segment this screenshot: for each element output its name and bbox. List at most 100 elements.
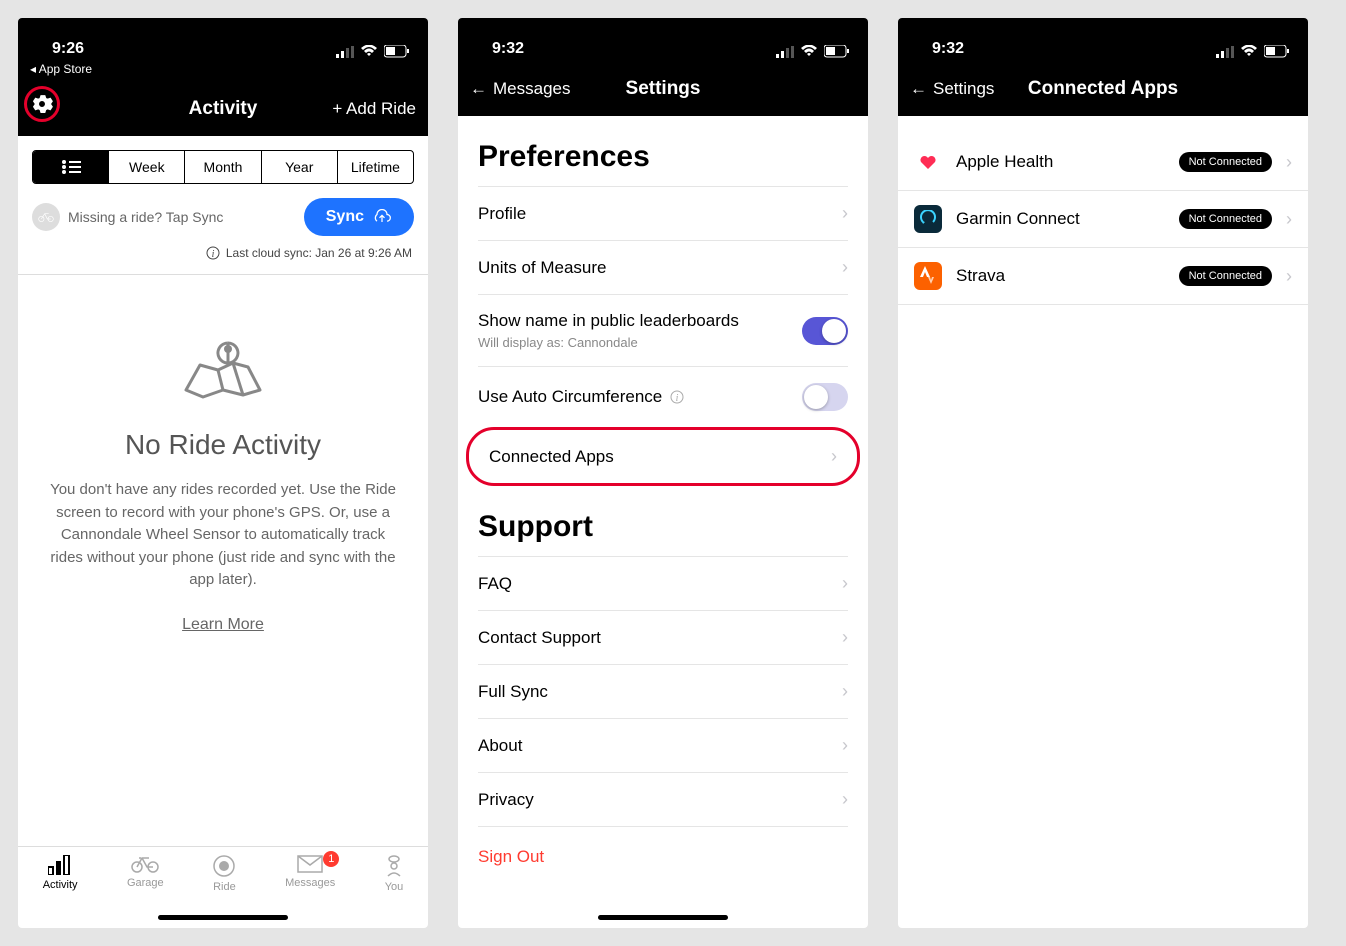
row-privacy[interactable]: Privacy › [478,773,848,827]
nav-bar: ← Settings Connected Apps [898,62,1308,116]
segment-year[interactable]: Year [262,151,338,183]
segment-list[interactable] [33,151,109,183]
add-ride-button[interactable]: + Add Ride [332,99,416,119]
support-heading: Support [458,486,868,556]
home-indicator[interactable] [598,915,728,920]
chevron-icon: › [1286,152,1292,173]
list-icon [61,160,81,174]
show-name-toggle[interactable] [802,317,848,345]
chevron-icon: › [842,735,848,756]
chevron-icon: › [1286,266,1292,287]
row-auto-circ: Use Auto Circumference i [478,367,848,427]
app-garmin-status: Not Connected [1179,209,1272,229]
back-button[interactable]: ← Messages [470,79,570,99]
tab-activity[interactable]: Activity [43,855,78,928]
sync-button-label: Sync [326,208,364,226]
empty-description: You don't have any rides recorded yet. U… [48,479,398,592]
nav-bar: Activity + Add Ride [18,82,428,136]
segment-month[interactable]: Month [185,151,261,183]
battery-icon [1264,45,1290,58]
app-row-strava[interactable]: Strava Not Connected › [898,248,1308,305]
row-auto-circ-label: Use Auto Circumference [478,387,662,407]
chevron-icon: › [842,203,848,224]
row-contact-label: Contact Support [478,628,601,648]
app-health-status: Not Connected [1179,152,1272,172]
settings-screen: 9:32 ← Messages Settings Preferences Pro… [458,18,868,928]
preferences-heading: Preferences [458,116,868,186]
back-label: Messages [493,79,570,99]
battery-icon [384,45,410,58]
preferences-list: Profile › Units of Measure › Show name i… [478,186,848,427]
tab-you[interactable]: You [385,855,404,928]
chevron-icon: › [842,257,848,278]
tab-garage-label: Garage [127,877,164,889]
svg-text:i: i [676,393,679,404]
app-strava-status: Not Connected [1179,266,1272,286]
row-connected-apps[interactable]: Connected Apps › [469,430,857,483]
segment-week[interactable]: Week [109,151,185,183]
sync-hint: Missing a ride? Tap Sync [32,203,223,231]
apple-health-icon [914,148,942,176]
last-sync-row: i Last cloud sync: Jan 26 at 9:26 AM [18,242,428,275]
segment-lifetime[interactable]: Lifetime [338,151,413,183]
row-fullsync-label: Full Sync [478,682,548,702]
app-health-label: Apple Health [956,152,1165,172]
status-bar: 9:32 [898,18,1308,62]
last-sync-text: Last cloud sync: Jan 26 at 9:26 AM [226,246,412,260]
row-units[interactable]: Units of Measure › [478,241,848,295]
back-button[interactable]: ← Settings [910,79,994,99]
apps-list: Apple Health Not Connected › Garmin Conn… [898,116,1308,305]
status-time: 9:32 [932,40,964,58]
wifi-icon [1240,45,1258,58]
svg-text:i: i [211,249,214,260]
row-privacy-label: Privacy [478,790,534,810]
app-row-garmin[interactable]: Garmin Connect Not Connected › [898,191,1308,248]
settings-icon-highlight [24,86,60,122]
row-connected-label: Connected Apps [489,447,614,467]
chart-icon [48,855,72,875]
home-indicator[interactable] [158,915,288,920]
info-icon: i [206,246,220,260]
status-bar: 9:32 [458,18,868,62]
tab-bar: Activity Garage Ride 1 Messages You [18,846,428,928]
row-about[interactable]: About › [478,719,848,773]
gear-icon[interactable] [31,93,53,115]
app-garmin-label: Garmin Connect [956,209,1165,229]
person-icon [385,855,403,877]
time-range-segmented: Week Month Year Lifetime [32,150,414,184]
row-show-name: Show name in public leaderboards Will di… [478,295,848,367]
support-list: FAQ › Contact Support › Full Sync › Abou… [478,556,848,827]
back-arrow-icon: ← [910,79,927,99]
row-fullsync[interactable]: Full Sync › [478,665,848,719]
battery-icon [824,45,850,58]
row-faq[interactable]: FAQ › [478,557,848,611]
row-units-label: Units of Measure [478,258,607,278]
status-icons [1216,45,1290,58]
info-icon[interactable]: i [670,390,684,404]
strava-icon [914,262,942,290]
row-contact[interactable]: Contact Support › [478,611,848,665]
auto-circ-toggle[interactable] [802,383,848,411]
row-profile-label: Profile [478,204,526,224]
sign-out-button[interactable]: Sign Out [458,827,868,887]
connected-apps-screen: 9:32 ← Settings Connected Apps Apple Hea… [898,18,1308,928]
row-about-label: About [478,736,522,756]
sync-button[interactable]: Sync [304,198,414,236]
nav-bar: ← Messages Settings [458,62,868,116]
learn-more-link[interactable]: Learn More [182,616,264,634]
empty-title: No Ride Activity [125,429,321,461]
wifi-icon [800,45,818,58]
app-row-health[interactable]: Apple Health Not Connected › [898,134,1308,191]
cloud-sync-icon [372,209,392,225]
envelope-icon [297,855,323,873]
activity-screen: 9:26 ◂ App Store Activity + Add Ride Wee… [18,18,428,928]
app-strava-label: Strava [956,266,1165,286]
tab-you-label: You [385,881,404,893]
tab-messages[interactable]: 1 Messages [285,855,335,928]
row-profile[interactable]: Profile › [478,187,848,241]
bike-icon [32,203,60,231]
status-time: 9:32 [492,40,524,58]
connected-apps-highlight: Connected Apps › [466,427,860,486]
chevron-icon: › [842,627,848,648]
back-to-appstore[interactable]: ◂ App Store [18,62,428,82]
